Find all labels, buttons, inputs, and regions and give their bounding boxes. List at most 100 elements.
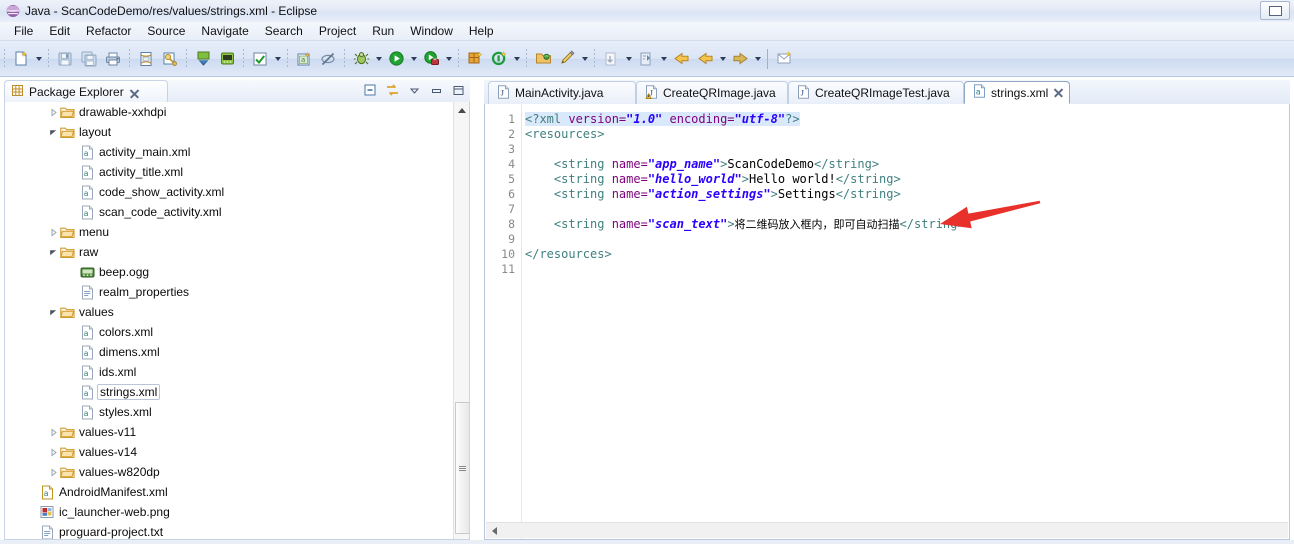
run-icon[interactable] bbox=[384, 47, 408, 71]
code-line[interactable]: <string name="action_settings">Settings<… bbox=[525, 187, 901, 202]
chevron-right-icon[interactable] bbox=[47, 102, 59, 122]
tree-item-values-v14[interactable]: values-v14 bbox=[5, 442, 453, 462]
new-wizard-icon[interactable] bbox=[9, 47, 33, 71]
collapse-all-icon[interactable] bbox=[362, 82, 378, 98]
editor-tab-mainactivity-java[interactable]: J MainActivity.java bbox=[488, 81, 636, 104]
back-history-icon[interactable] bbox=[693, 47, 717, 71]
android-sdk-manager-icon[interactable] bbox=[191, 47, 215, 71]
minimize-view-icon[interactable] bbox=[428, 82, 444, 98]
tree-item-scan-code-activity-xml[interactable]: a scan_code_activity.xml bbox=[5, 202, 453, 222]
external-tools-icon[interactable] bbox=[419, 47, 443, 71]
run-dropdown[interactable] bbox=[408, 47, 419, 71]
code-line[interactable]: </resources> bbox=[525, 247, 612, 262]
tree-item-menu[interactable]: menu bbox=[5, 222, 453, 242]
edit-dropdown[interactable] bbox=[579, 47, 590, 71]
export-icon[interactable] bbox=[134, 47, 158, 71]
code-line[interactable]: <string name="scan_text">将二维码放入框内，即可自动扫描… bbox=[525, 217, 965, 232]
close-icon[interactable] bbox=[1053, 87, 1064, 98]
menu-edit[interactable]: Edit bbox=[41, 22, 78, 40]
editor-horizontal-scrollbar[interactable] bbox=[486, 522, 1288, 538]
tree-item-androidmanifest-xml[interactable]: a AndroidManifest.xml bbox=[5, 482, 453, 502]
scroll-left-button[interactable] bbox=[486, 526, 502, 535]
back-history-dropdown[interactable] bbox=[717, 47, 728, 71]
code-line[interactable] bbox=[525, 232, 532, 247]
project-tree[interactable]: drawable-xxhdpi layout a activity_main.xml a… bbox=[4, 102, 470, 540]
scroll-thumb[interactable] bbox=[455, 402, 469, 534]
tree-item-ids-xml[interactable]: a ids.xml bbox=[5, 362, 453, 382]
tree-item-raw[interactable]: raw bbox=[5, 242, 453, 262]
validate-dropdown[interactable] bbox=[272, 47, 283, 71]
android-avd-manager-icon[interactable] bbox=[215, 47, 239, 71]
code-line[interactable]: <resources> bbox=[525, 127, 604, 142]
new-java-package-icon[interactable] bbox=[463, 47, 487, 71]
menu-help[interactable]: Help bbox=[461, 22, 502, 40]
save-all-icon[interactable] bbox=[77, 47, 101, 71]
chevron-down-icon[interactable] bbox=[47, 122, 59, 142]
next-annotation-dropdown[interactable] bbox=[658, 47, 669, 71]
code-line[interactable] bbox=[525, 262, 532, 277]
chevron-right-icon[interactable] bbox=[47, 222, 59, 242]
code-line[interactable] bbox=[525, 202, 532, 217]
menu-search[interactable]: Search bbox=[257, 22, 311, 40]
menu-source[interactable]: Source bbox=[139, 22, 193, 40]
xml-editor[interactable]: 1 2 3 4 5 6 7 8 9 10 11 <?xml version="1.0" encodi… bbox=[484, 104, 1290, 540]
tree-item-proguard-project-txt[interactable]: proguard-project.txt bbox=[5, 522, 453, 539]
tree-item-activity-title-xml[interactable]: a activity_title.xml bbox=[5, 162, 453, 182]
chevron-right-icon[interactable] bbox=[47, 442, 59, 462]
tree-item-values-w820dp[interactable]: values-w820dp bbox=[5, 462, 453, 482]
chevron-right-icon[interactable] bbox=[47, 462, 59, 482]
tree-item-colors-xml[interactable]: a colors.xml bbox=[5, 322, 453, 342]
open-folder-icon[interactable] bbox=[531, 47, 555, 71]
minimize-button[interactable] bbox=[1260, 1, 1290, 20]
debug-icon[interactable] bbox=[349, 47, 373, 71]
menu-refactor[interactable]: Refactor bbox=[78, 22, 139, 40]
new-android-project-icon[interactable]: a bbox=[292, 47, 316, 71]
chevron-right-icon[interactable] bbox=[47, 422, 59, 442]
code-line[interactable]: <?xml version="1.0" encoding="utf-8"?> bbox=[525, 112, 800, 127]
tree-item-activity-main-xml[interactable]: a activity_main.xml bbox=[5, 142, 453, 162]
external-tools-dropdown[interactable] bbox=[443, 47, 454, 71]
tree-vertical-scrollbar[interactable] bbox=[453, 102, 469, 539]
code-content[interactable]: <?xml version="1.0" encoding="utf-8"?> <r… bbox=[525, 104, 1289, 539]
new-wizard-dropdown[interactable] bbox=[33, 47, 44, 71]
editor-tab-createqrimagetest-java[interactable]: J CreateQRImageTest.java bbox=[788, 81, 964, 104]
forward-icon[interactable] bbox=[728, 47, 752, 71]
editor-tab-strings-xml[interactable]: a strings.xml bbox=[964, 81, 1070, 104]
chevron-down-icon[interactable] bbox=[47, 302, 59, 322]
scroll-up-button[interactable] bbox=[454, 102, 469, 119]
code-line[interactable]: <string name="hello_world">Hello world!<… bbox=[525, 172, 901, 187]
tree-item-drawable-xxhdpi[interactable]: drawable-xxhdpi bbox=[5, 102, 453, 122]
next-annotation-icon[interactable] bbox=[634, 47, 658, 71]
debug-dropdown[interactable] bbox=[373, 47, 384, 71]
checkmark-icon[interactable] bbox=[248, 47, 272, 71]
tree-item-layout[interactable]: layout bbox=[5, 122, 453, 142]
tree-item-styles-xml[interactable]: a styles.xml bbox=[5, 402, 453, 422]
tree-item-code-show-activity-xml[interactable]: a code_show_activity.xml bbox=[5, 182, 453, 202]
previous-annotation-icon[interactable] bbox=[599, 47, 623, 71]
menu-run[interactable]: Run bbox=[364, 22, 402, 40]
code-line[interactable] bbox=[525, 142, 532, 157]
tree-item-values[interactable]: values bbox=[5, 302, 453, 322]
lint-disable-icon[interactable] bbox=[316, 47, 340, 71]
package-explorer-tab[interactable]: Package Explorer bbox=[4, 80, 168, 103]
edit-pencil-icon[interactable] bbox=[555, 47, 579, 71]
menu-navigate[interactable]: Navigate bbox=[193, 22, 256, 40]
chevron-down-icon[interactable] bbox=[47, 242, 59, 262]
new-java-class-dropdown[interactable] bbox=[511, 47, 522, 71]
save-icon[interactable] bbox=[53, 47, 77, 71]
menu-project[interactable]: Project bbox=[311, 22, 364, 40]
tree-item-beep-ogg[interactable]: beep.ogg bbox=[5, 262, 453, 282]
tree-item-strings-xml[interactable]: a strings.xml bbox=[5, 382, 453, 402]
maximize-view-icon[interactable] bbox=[450, 82, 466, 98]
menu-file[interactable]: File bbox=[6, 22, 41, 40]
link-with-editor-icon[interactable] bbox=[384, 82, 400, 98]
editor-tab-createqrimage-java[interactable]: J CreateQRImage.java bbox=[636, 81, 788, 104]
tree-item-dimens-xml[interactable]: a dimens.xml bbox=[5, 342, 453, 362]
close-icon[interactable] bbox=[129, 88, 138, 97]
code-line[interactable]: <string name="app_name">ScanCodeDemo</st… bbox=[525, 157, 879, 172]
tree-item-realm-properties[interactable]: realm_properties bbox=[5, 282, 453, 302]
tree-item-ic-launcher-web-png[interactable]: ic_launcher-web.png bbox=[5, 502, 453, 522]
pin-editor-icon[interactable] bbox=[772, 47, 796, 71]
view-menu-icon[interactable] bbox=[406, 82, 422, 98]
previous-annotation-dropdown[interactable] bbox=[623, 47, 634, 71]
